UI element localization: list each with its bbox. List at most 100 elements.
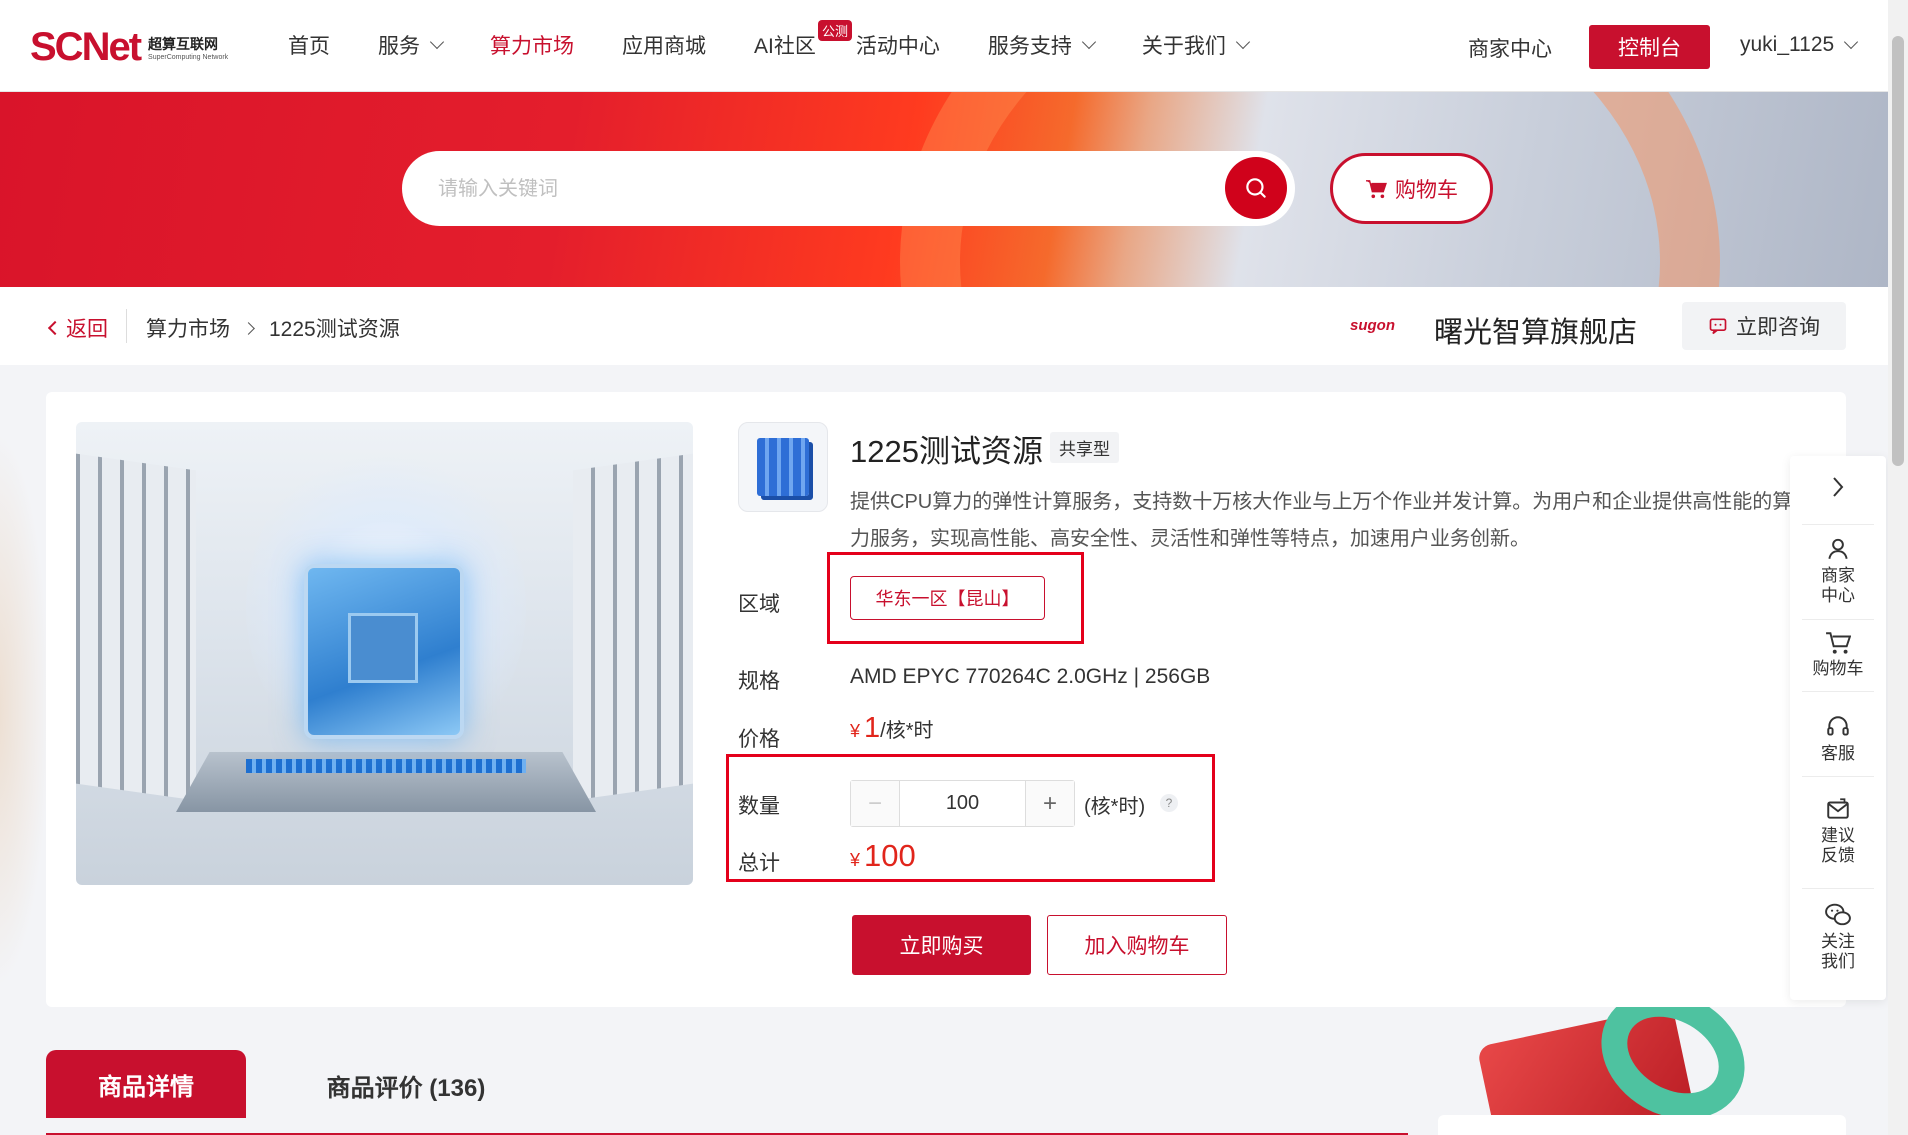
chevron-right-icon <box>242 321 255 335</box>
nav-ai-community[interactable]: AI社区 公测 <box>754 20 853 60</box>
consult-button[interactable]: 立即咨询 <box>1682 302 1846 350</box>
background-decoration <box>0 430 50 990</box>
server-rack-right <box>573 453 693 801</box>
search-input[interactable] <box>438 169 1198 209</box>
cart-label: 购物车 <box>1395 178 1458 202</box>
back-label: 返回 <box>66 318 108 341</box>
sugon-logo: sugon <box>1350 317 1395 334</box>
product-tabs: 商品详情 商品评价 (136) <box>46 1050 1408 1135</box>
search-box <box>402 151 1295 226</box>
chevron-down-icon <box>1235 34 1250 50</box>
price-label: 价格 <box>738 728 780 751</box>
spec-label: 规格 <box>738 670 780 693</box>
logo-wordmark: SCNet <box>30 25 142 69</box>
breadcrumb-compute-market[interactable]: 算力市场 <box>146 313 230 343</box>
nav-support[interactable]: 服务支持 <box>987 30 1096 60</box>
beta-badge: 公测 <box>818 20 853 41</box>
sidebar-follow-label: 关注 我们 <box>1821 932 1855 971</box>
chevron-right-icon <box>1833 477 1844 497</box>
user-menu[interactable]: yuki_1125 <box>1740 33 1859 57</box>
tab-product-reviews[interactable]: 商品评价 (136) <box>306 1050 506 1120</box>
floating-sidebar: 商家 中心 购物车 客服 建议 反馈 关注 我们 <box>1790 456 1886 1000</box>
sidebar-follow-us[interactable]: 关注 我们 <box>1790 902 1886 972</box>
logo-subtitle: 超算互联网 SuperComputing Network <box>148 34 228 62</box>
back-link[interactable]: 返回 <box>47 313 108 343</box>
sidebar-merchant-label: 商家 中心 <box>1821 566 1855 605</box>
sidebar-merchant-center[interactable]: 商家 中心 <box>1790 536 1886 606</box>
breadcrumb-current: 1225测试资源 <box>269 318 400 341</box>
divider <box>1802 776 1874 777</box>
nav-about[interactable]: 关于我们 <box>1141 30 1250 60</box>
banner-cart-button[interactable]: 购物车 <box>1330 153 1493 224</box>
divider <box>1802 888 1874 889</box>
console-button[interactable]: 控制台 <box>1589 25 1710 69</box>
nav-support-label: 服务支持 <box>987 35 1072 58</box>
logo-cn: 超算互联网 <box>148 35 219 52</box>
cart-icon <box>1366 179 1387 198</box>
side-panel <box>1438 1115 1846 1135</box>
nav-app-store[interactable]: 应用商城 <box>622 30 706 60</box>
product-icon <box>738 422 828 512</box>
product-title: 1225测试资源 <box>850 434 1043 469</box>
nav-events-label: 活动中心 <box>855 35 940 58</box>
scnet-logo[interactable]: SCNet 超算互联网 SuperComputing Network <box>30 25 228 70</box>
divider <box>1802 691 1874 692</box>
logo-en: SuperComputing Network <box>148 53 229 61</box>
sidebar-feedback[interactable]: 建议 反馈 <box>1790 796 1886 866</box>
image-platform-light <box>246 759 526 773</box>
divider <box>1802 619 1874 620</box>
breadcrumb-bar: 返回 算力市场 1225测试资源 sugon 曙光智算旗舰店 立即咨询 <box>0 287 1888 365</box>
region-label: 区域 <box>738 593 780 616</box>
chevron-down-icon <box>1081 34 1096 50</box>
buy-now-button[interactable]: 立即购买 <box>852 915 1031 975</box>
price-number: 1 <box>864 712 881 744</box>
nav-services-label: 服务 <box>378 35 420 58</box>
top-header: SCNet 超算互联网 SuperComputing Network 首页 服务… <box>0 0 1888 92</box>
sidebar-feedback-label: 建议 反馈 <box>1821 826 1855 865</box>
spec-value: AMD EPYC 770264C 2.0GHz | 256GB <box>850 665 1211 688</box>
highlight-box-quantity <box>726 754 1215 882</box>
nav-home[interactable]: 首页 <box>288 30 330 60</box>
server-rack-left <box>76 453 196 801</box>
chip-core <box>348 613 418 683</box>
tab-product-details[interactable]: 商品详情 <box>46 1050 246 1118</box>
nav-app-store-label: 应用商城 <box>622 35 706 58</box>
cart-icon <box>1826 632 1851 654</box>
nav-events[interactable]: 活动中心 <box>856 30 940 60</box>
search-button[interactable] <box>1225 157 1287 219</box>
server-icon <box>757 438 809 496</box>
chevron-down-icon <box>429 34 445 50</box>
nav-home-label: 首页 <box>288 35 330 58</box>
divider <box>1802 524 1874 525</box>
price-currency: ¥ <box>850 721 861 741</box>
consult-label: 立即咨询 <box>1736 316 1820 339</box>
add-to-cart-button[interactable]: 加入购物车 <box>1047 915 1227 975</box>
nav-compute-market-label: 算力市场 <box>490 35 574 58</box>
nav-compute-market[interactable]: 算力市场 <box>490 30 574 60</box>
sidebar-service-label: 客服 <box>1821 744 1855 763</box>
product-type-tag: 共享型 <box>1050 432 1119 463</box>
page-scrollbar[interactable] <box>1888 0 1908 1135</box>
chat-icon <box>1709 318 1727 335</box>
sidebar-cart[interactable]: 购物车 <box>1790 631 1886 679</box>
main-nav: 首页 服务 算力市场 应用商城 AI社区 公测 活动中心 服务支持 关于我们 <box>288 20 1296 60</box>
user-icon <box>1828 538 1848 559</box>
sidebar-customer-service[interactable]: 客服 <box>1790 714 1886 764</box>
nav-services[interactable]: 服务 <box>378 30 445 60</box>
merchant-center-link[interactable]: 商家中心 <box>1468 33 1552 63</box>
breadcrumb: 算力市场 1225测试资源 <box>146 313 400 343</box>
nav-about-label: 关于我们 <box>1141 35 1226 58</box>
store-name[interactable]: 曙光智算旗舰店 <box>1434 309 1637 351</box>
chevron-down-icon <box>1844 34 1859 50</box>
product-card: 1225测试资源 共享型 提供CPU算力的弹性计算服务，支持数十万核大作业与上万… <box>46 392 1846 1007</box>
chevron-left-icon <box>47 320 63 336</box>
search-icon <box>1246 178 1266 198</box>
price-unit: /核*时 <box>880 720 934 742</box>
feedback-icon <box>1827 798 1849 819</box>
highlight-box-region <box>827 552 1084 644</box>
username: yuki_1125 <box>1740 33 1835 56</box>
product-image <box>76 422 693 885</box>
scrollbar-thumb[interactable] <box>1892 36 1904 466</box>
divider <box>126 309 127 343</box>
collapse-sidebar-button[interactable] <box>1790 474 1886 504</box>
